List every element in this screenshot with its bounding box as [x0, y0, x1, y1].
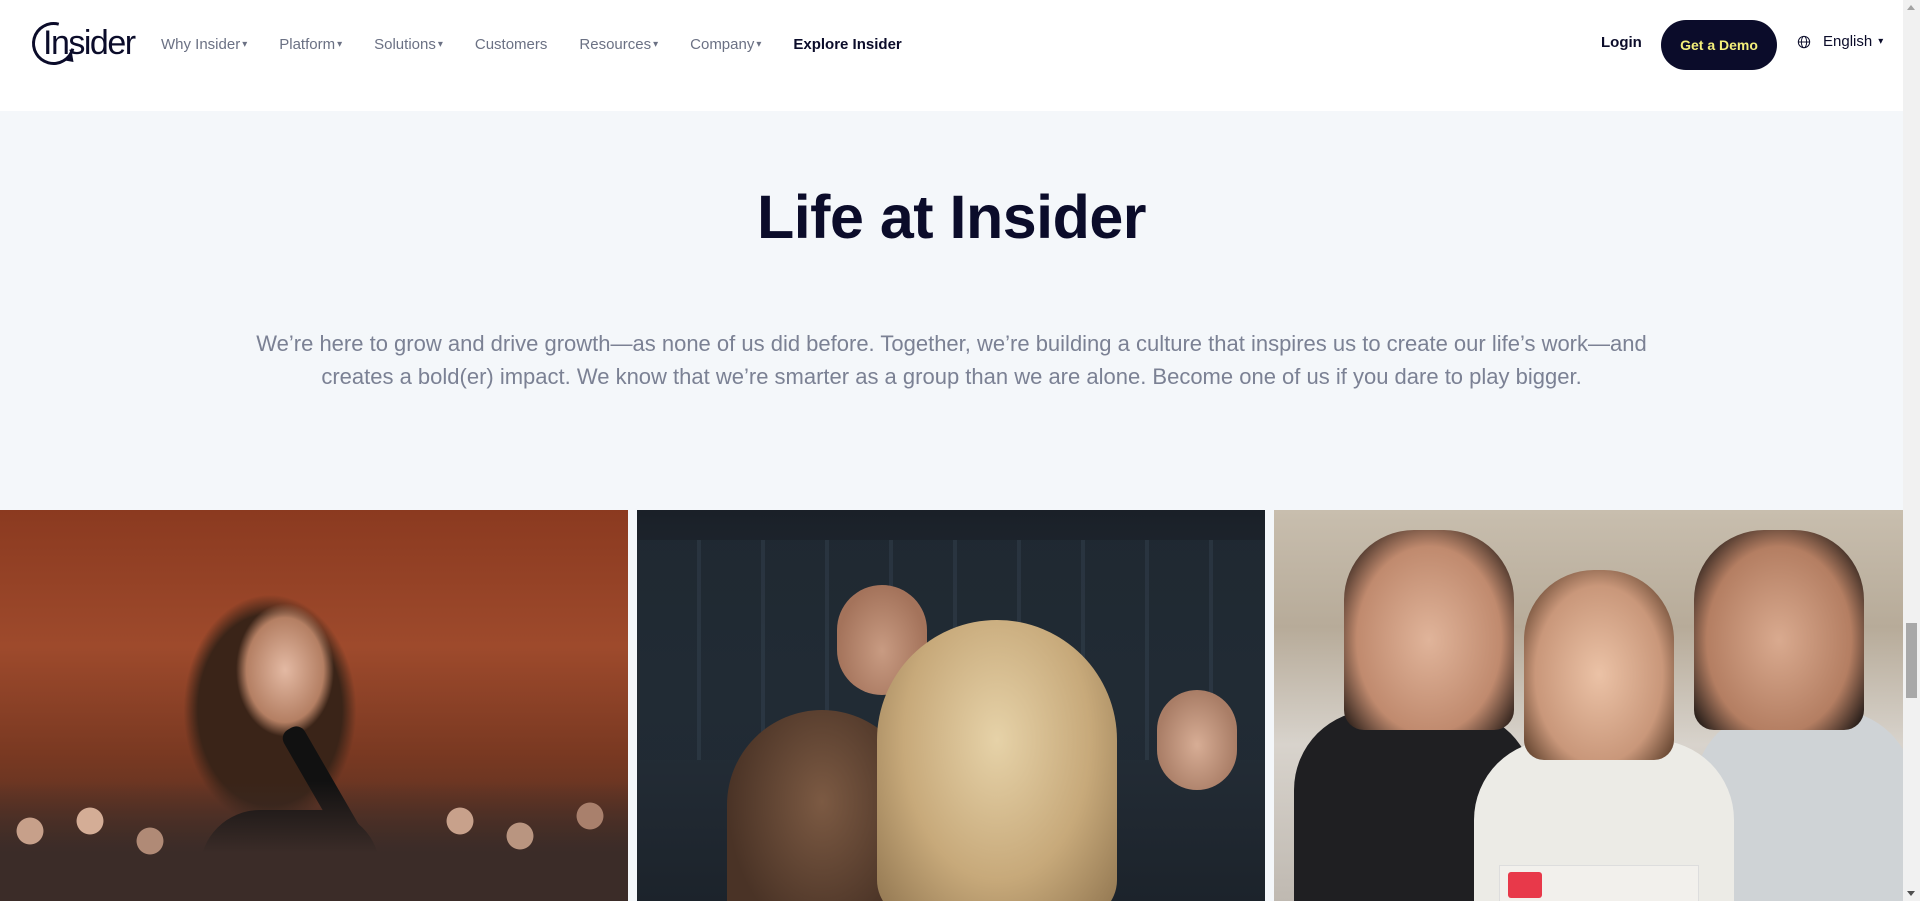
nav-label: Customers: [474, 35, 548, 53]
nav-label: Resources: [579, 35, 652, 53]
globe-icon: [1797, 35, 1811, 48]
certificate-logo-icon: [1508, 872, 1542, 898]
section-intro: We’re here to grow and drive growth—as n…: [256, 331, 1647, 389]
nav-label: Explore Insider: [793, 35, 902, 53]
nav-solutions[interactable]: Solutions ▾: [374, 36, 443, 53]
nav-platform[interactable]: Platform ▾: [279, 36, 342, 53]
chevron-down-icon: ▾: [756, 38, 762, 50]
page-scrollbar[interactable]: [1903, 0, 1920, 901]
scroll-down-arrow-icon[interactable]: [1907, 891, 1915, 896]
logo-text: Insider: [43, 24, 136, 62]
nav-resources[interactable]: Resources ▾: [579, 36, 658, 53]
nav-label: Company: [690, 35, 755, 53]
section-title: Life at Insider: [756, 183, 1147, 251]
gallery-photo-speaker: [0, 510, 628, 901]
nav-why-insider[interactable]: Why Insider ▾: [161, 36, 247, 53]
language-label: English: [1823, 33, 1873, 50]
chevron-down-icon: ▾: [437, 38, 443, 50]
chevron-down-icon: ▾: [337, 38, 343, 50]
chevron-down-icon: ▾: [653, 38, 659, 50]
site-header: Insider Why Insider ▾ Platform ▾ Solutio…: [0, 0, 1903, 111]
certificate-shape: [1499, 865, 1699, 901]
login-link[interactable]: Login: [1601, 34, 1642, 51]
get-a-demo-button[interactable]: Get a Demo: [1661, 20, 1777, 70]
face-shape: [1344, 530, 1514, 730]
main-nav: Why Insider ▾ Platform ▾ Solutions ▾ Cus…: [161, 0, 934, 88]
face-shape: [1524, 570, 1674, 760]
scroll-thumb[interactable]: [1906, 623, 1917, 698]
audience-shape: [0, 781, 628, 901]
nav-label: Why Insider: [161, 35, 241, 53]
insider-logo[interactable]: Insider: [24, 14, 136, 73]
face-shape: [1694, 530, 1864, 730]
nav-company[interactable]: Company ▾: [690, 36, 761, 53]
chevron-down-icon: ▾: [242, 38, 248, 50]
nav-label: Platform: [279, 35, 336, 53]
nav-customers[interactable]: Customers: [475, 36, 548, 53]
scroll-up-arrow-icon[interactable]: [1907, 5, 1915, 10]
gallery-photo-hug: [637, 510, 1265, 901]
person-shape: [877, 620, 1117, 901]
nav-explore-insider[interactable]: Explore Insider: [793, 36, 901, 53]
person-shape: [1157, 690, 1237, 790]
gallery-photo-team: [1274, 510, 1903, 901]
nav-label: Solutions: [374, 35, 436, 53]
language-selector[interactable]: English ▾: [1797, 33, 1883, 50]
chevron-down-icon: ▾: [1878, 36, 1884, 47]
